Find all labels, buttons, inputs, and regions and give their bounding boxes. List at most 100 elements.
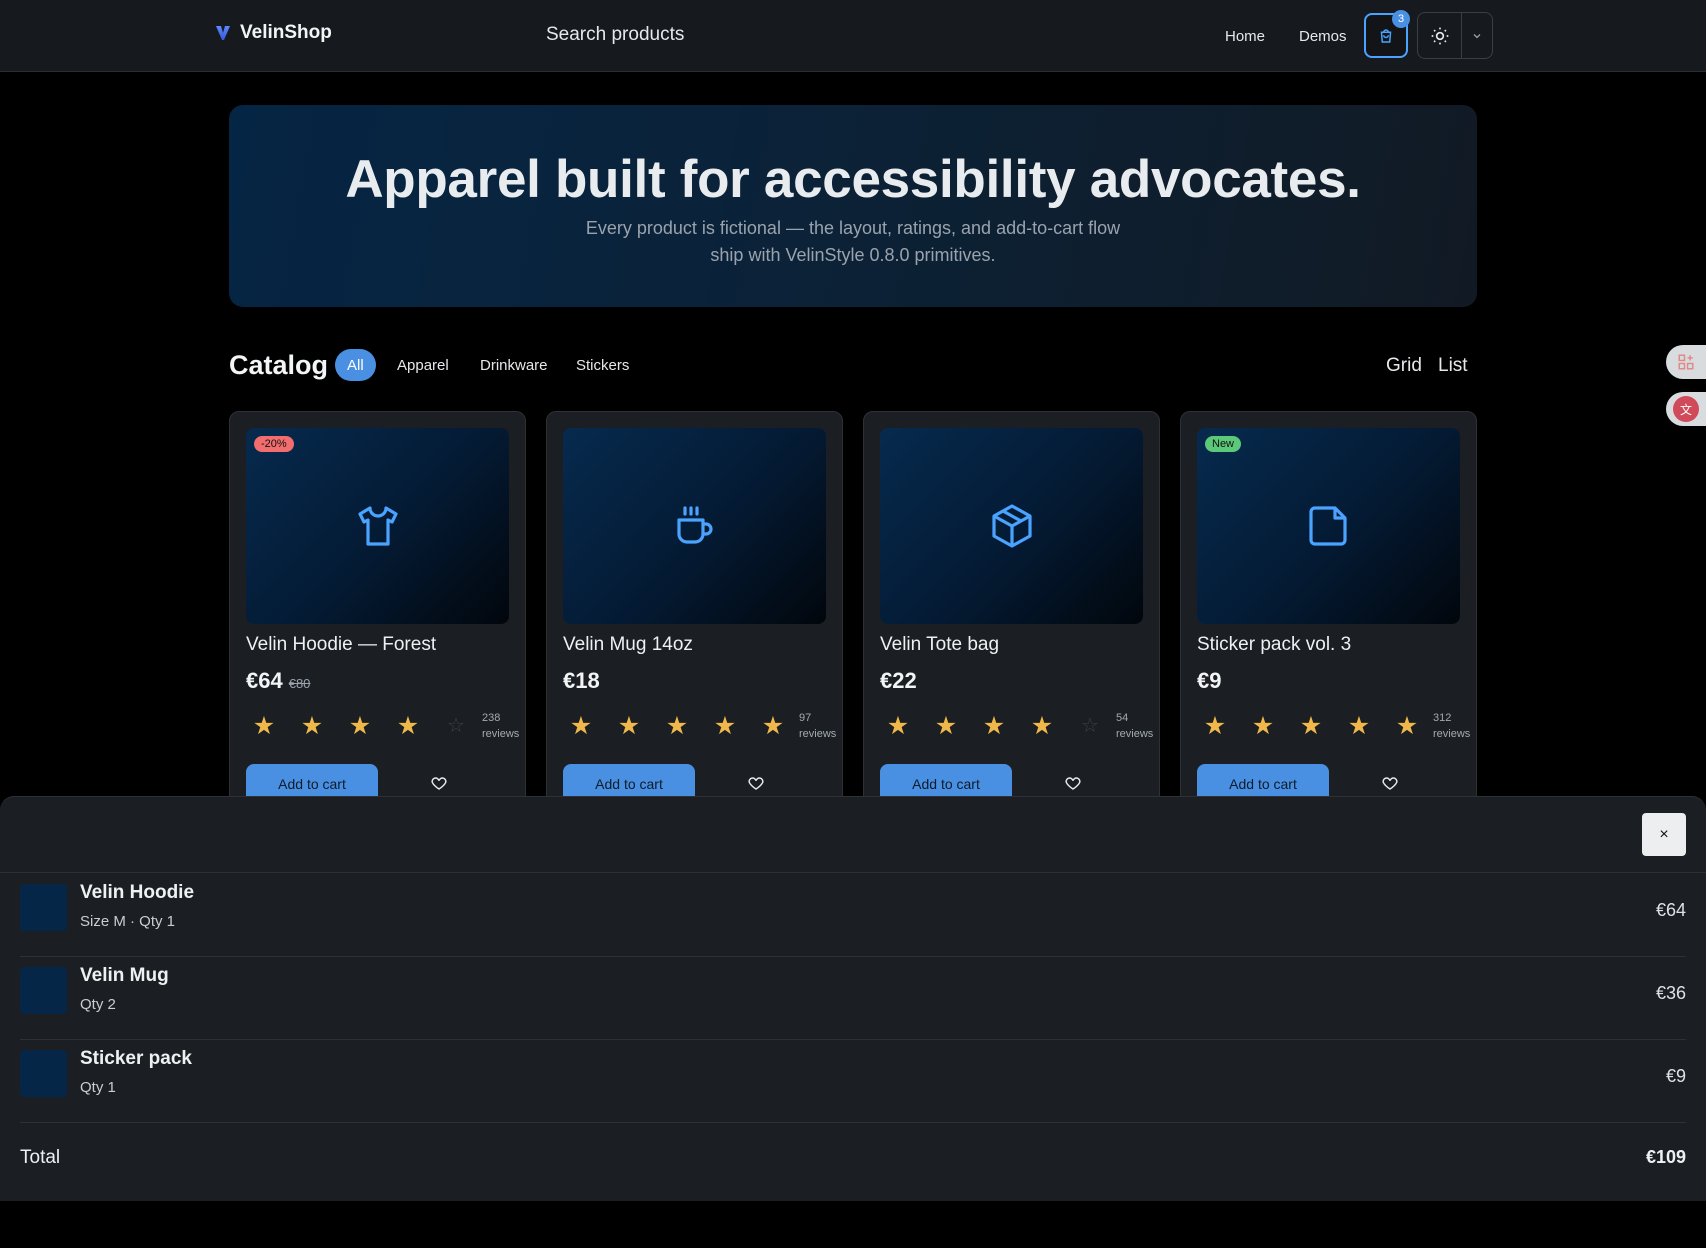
nav-link-demos[interactable]: Demos: [1299, 28, 1347, 45]
cart-total-value: €109: [1645, 1147, 1686, 1167]
product-price: €22: [880, 668, 917, 693]
price-original: €80: [288, 676, 311, 691]
review-count: 238 reviews: [482, 710, 519, 742]
review-count-label: reviews: [1116, 728, 1154, 740]
velin-logo-icon: [216, 26, 230, 40]
rating-stars: ★ ★ ★ ★ ☆: [874, 712, 1114, 740]
product-price: €64 €80: [246, 668, 310, 694]
product-card: New Sticker pack vol. 3 €9 ★ ★ ★ ★ ★ 312…: [1180, 411, 1477, 811]
product-name[interactable]: Velin Mug 14oz: [563, 634, 693, 656]
discount-badge: -20%: [254, 436, 294, 452]
heart-icon[interactable]: [430, 774, 448, 792]
star-icon: ★: [886, 712, 910, 740]
product-price: €9: [1197, 668, 1222, 693]
search-input[interactable]: Search products: [546, 24, 684, 46]
product-image[interactable]: New: [1197, 428, 1460, 624]
review-count-number: 54: [1116, 712, 1129, 724]
star-icon: ★: [982, 712, 1006, 740]
hero-subtitle: Every product is fictional — the layout,…: [229, 215, 1477, 269]
review-count-number: 97: [799, 712, 812, 724]
rating-stars: ★ ★ ★ ★ ★: [1191, 712, 1431, 740]
cart-item-name: Velin Mug: [80, 965, 169, 986]
theme-dropdown-button[interactable]: [1462, 13, 1492, 58]
theme-switcher: [1417, 12, 1493, 59]
cart-item: Velin Hoodie Size M · Qty 1 €64: [20, 874, 1686, 957]
mug-icon: [676, 506, 713, 544]
product-card: -20% Velin Hoodie — Forest €64 €80 ★ ★ ★ …: [229, 411, 526, 811]
filter-chip-stickers[interactable]: Stickers: [576, 357, 629, 374]
review-count: 54 reviews: [1116, 710, 1153, 742]
star-icon: ★: [300, 712, 324, 740]
star-icon: ★: [396, 712, 420, 740]
top-navbar: VelinShop Search products Home Demos 3: [0, 0, 1706, 72]
theme-toggle-button[interactable]: [1418, 13, 1463, 58]
hero-banner: Apparel built for accessibility advocate…: [229, 105, 1477, 307]
star-icon: ★: [761, 712, 785, 740]
cart-item-meta: Qty 2: [80, 996, 116, 1013]
review-count: 97 reviews: [799, 710, 836, 742]
translate-icon: 文: [1673, 396, 1699, 422]
nav-link-home[interactable]: Home: [1225, 28, 1265, 45]
cart-total-label: Total: [20, 1147, 61, 1168]
product-name[interactable]: Sticker pack vol. 3: [1197, 634, 1351, 656]
review-count-number: 238: [482, 712, 501, 724]
product-image[interactable]: [563, 428, 826, 624]
cart-item-thumbnail: [20, 884, 67, 931]
cart-count-badge: 3: [1392, 10, 1410, 28]
product-name[interactable]: Velin Hoodie — Forest: [246, 634, 436, 656]
brand[interactable]: VelinShop: [214, 22, 332, 44]
chevron-down-icon: [1473, 33, 1481, 38]
cart-drawer-header: ×: [0, 797, 1706, 873]
star-icon: ★: [348, 712, 372, 740]
price-current: €64: [246, 668, 283, 693]
product-name[interactable]: Velin Tote bag: [880, 634, 999, 656]
star-icon: ★: [1299, 712, 1323, 740]
review-count-number: 312: [1433, 712, 1452, 724]
side-widget-translate[interactable]: 文: [1666, 392, 1706, 426]
review-count-label: reviews: [1433, 728, 1471, 740]
sun-icon: [1431, 27, 1449, 44]
product-image[interactable]: [880, 428, 1143, 624]
heart-icon[interactable]: [1064, 774, 1082, 792]
cart-item-name: Sticker pack: [80, 1048, 192, 1069]
apps-add-icon: [1678, 354, 1694, 370]
filter-chip-all[interactable]: All: [335, 349, 376, 381]
cart-item: Velin Mug Qty 2 €36: [20, 957, 1686, 1040]
star-outline-icon: ☆: [1081, 715, 1099, 737]
star-icon: ★: [934, 712, 958, 740]
product-image[interactable]: -20%: [246, 428, 509, 624]
view-list-button[interactable]: List: [1438, 355, 1468, 377]
heart-icon[interactable]: [1381, 774, 1399, 792]
cart-item-price: €9: [1665, 1066, 1686, 1086]
star-icon: ★: [1347, 712, 1371, 740]
rating-stars: ★ ★ ★ ★ ★: [557, 712, 797, 740]
cart-item-price: €64: [1655, 900, 1686, 920]
product-price: €18: [563, 668, 600, 693]
cart-item-thumbnail: [20, 967, 67, 1014]
filter-chip-apparel[interactable]: Apparel: [397, 357, 449, 374]
star-icon: ★: [617, 712, 641, 740]
hero-subtitle-line-2: ship with VelinStyle 0.8.0 primitives.: [710, 245, 996, 265]
catalog-title: Catalog: [229, 350, 329, 380]
shopping-bag-icon: [1380, 28, 1392, 43]
side-widget-apps[interactable]: [1666, 345, 1706, 379]
hero-subtitle-line-1: Every product is fictional — the layout,…: [585, 218, 1121, 238]
cart-item-meta: Qty 1: [80, 1079, 116, 1096]
brand-name: VelinShop: [240, 22, 332, 43]
star-icon: ★: [252, 712, 276, 740]
star-icon: ★: [713, 712, 737, 740]
star-outline-icon: ☆: [447, 715, 465, 737]
heart-icon[interactable]: [747, 774, 765, 792]
view-grid-button[interactable]: Grid: [1386, 355, 1422, 377]
star-icon: ★: [1030, 712, 1054, 740]
hero-title: Apparel built for accessibility advocate…: [345, 150, 1361, 209]
review-count-label: reviews: [799, 728, 837, 740]
close-button[interactable]: ×: [1642, 813, 1686, 856]
cart-drawer: × Velin Hoodie Size M · Qty 1 €64 Velin …: [0, 796, 1706, 1201]
box-icon: [991, 504, 1032, 548]
cart-item-price: €36: [1655, 983, 1686, 1003]
star-icon: ★: [665, 712, 689, 740]
star-icon: ★: [1395, 712, 1419, 740]
review-count-label: reviews: [482, 728, 520, 740]
filter-chip-drinkware[interactable]: Drinkware: [480, 357, 548, 374]
